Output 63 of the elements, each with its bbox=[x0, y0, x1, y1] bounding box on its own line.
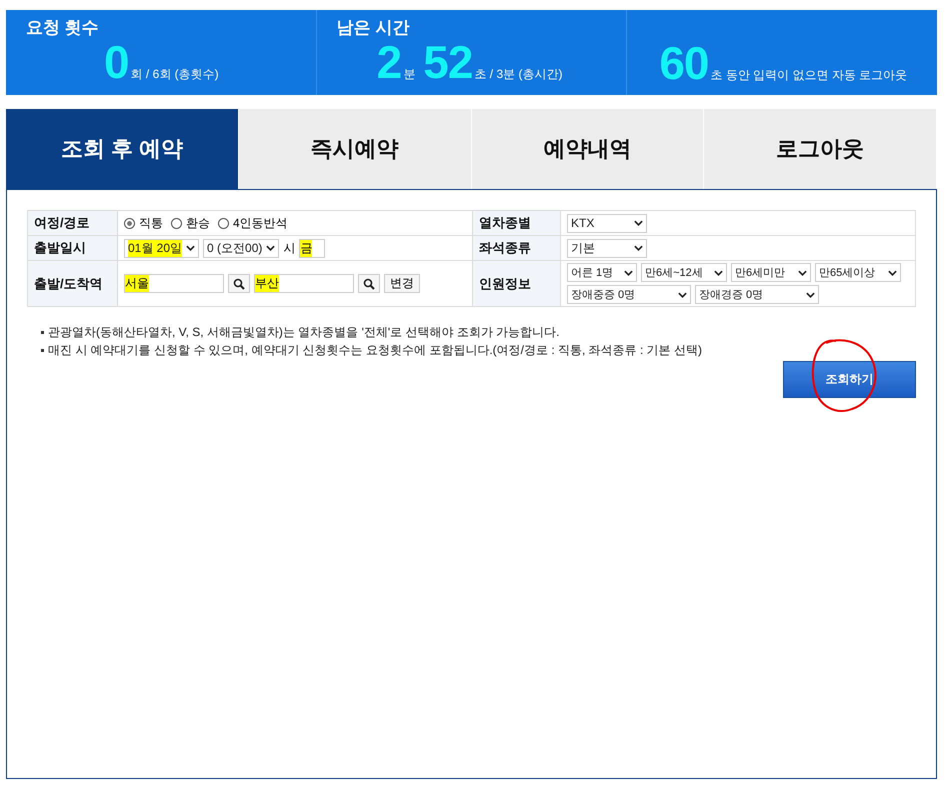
stat-number: 0 bbox=[104, 39, 129, 85]
select-dropdown[interactable]: 만6세미만 bbox=[731, 263, 811, 282]
form-label: 좌석종류 bbox=[472, 236, 560, 260]
tab[interactable]: 조회 후 예약 bbox=[6, 109, 239, 189]
radio-button[interactable] bbox=[171, 218, 182, 228]
stat-label: 요청 횟수 bbox=[26, 17, 99, 39]
search-icon bbox=[363, 278, 375, 290]
form-label: 여정/경로 bbox=[28, 210, 118, 236]
radio-button[interactable] bbox=[218, 218, 229, 228]
radio-label: 환승 bbox=[186, 214, 210, 232]
form-label: 인원정보 bbox=[472, 260, 560, 306]
radio-option[interactable]: 4인동반석 bbox=[218, 214, 288, 232]
chevron-down-icon bbox=[634, 220, 643, 226]
select-dropdown[interactable]: 장애중증 0명 bbox=[567, 285, 691, 304]
chevron-down-icon bbox=[186, 245, 196, 251]
chevron-down-icon bbox=[888, 270, 897, 276]
select-dropdown[interactable]: 기본 bbox=[567, 238, 647, 258]
radio-button[interactable] bbox=[124, 218, 135, 228]
notice-text: 매진 시 예약대기를 신청할 수 있으며, 예약대기 신청횟수는 요청횟수에 포함됩니다.(여정/경로 : 직통, 좌석종류 : 기본 선택) bbox=[48, 342, 702, 358]
chevron-down-icon bbox=[266, 245, 276, 251]
stat-unit: 초 동안 입력이 없으면 자동 로그아웃 bbox=[710, 67, 908, 84]
stat-number: 2 bbox=[376, 39, 402, 85]
chevron-down-icon bbox=[634, 245, 643, 251]
search-button[interactable] bbox=[358, 274, 380, 293]
input-field[interactable]: 금 bbox=[299, 238, 326, 258]
stat-label: 남은 시간 bbox=[336, 17, 410, 39]
notice-text: 관광열차(동해산타열차, V, S, 서해금빛열차)는 열차종별을 '전체'로 선택해야 조회가 가능합니다. bbox=[48, 324, 560, 340]
stat-unit: 분 bbox=[403, 66, 416, 83]
radio-label: 직통 bbox=[139, 214, 163, 232]
stat-number: 52 bbox=[423, 39, 472, 85]
chevron-down-icon bbox=[714, 270, 723, 276]
form-label: 출발일시 bbox=[28, 236, 118, 260]
chevron-down-icon bbox=[798, 270, 807, 276]
chevron-down-icon bbox=[678, 292, 687, 298]
radio-label: 4인동반석 bbox=[233, 214, 288, 232]
select-dropdown[interactable]: KTX bbox=[567, 214, 647, 232]
form-label: 출발/도착역 bbox=[28, 260, 118, 306]
radio-option[interactable]: 환승 bbox=[171, 214, 210, 232]
form-label: 열차종별 bbox=[472, 210, 560, 236]
chevron-down-icon bbox=[806, 292, 815, 298]
chevron-down-icon bbox=[624, 270, 633, 276]
radio-option[interactable]: 직통 bbox=[124, 214, 163, 232]
stat-number: 60 bbox=[659, 40, 709, 86]
search-button[interactable] bbox=[228, 274, 250, 293]
stat-unit: 초 / 3분 (총시간) bbox=[474, 66, 562, 83]
stat-unit: 회 / 6회 (총횟수) bbox=[130, 66, 219, 83]
tab[interactable]: 즉시예약 bbox=[238, 109, 472, 189]
bullet-icon bbox=[41, 330, 44, 334]
unit-text: 시 bbox=[283, 240, 296, 256]
search-icon bbox=[233, 278, 245, 290]
select-dropdown[interactable]: 만6세~12세 bbox=[641, 263, 727, 282]
search-submit-button[interactable]: 조회하기 bbox=[783, 361, 916, 398]
tab[interactable]: 예약내역 bbox=[472, 109, 704, 189]
select-dropdown[interactable]: 장애경증 0명 bbox=[695, 285, 819, 304]
input-field[interactable]: 부산 bbox=[254, 274, 354, 293]
select-dropdown[interactable]: 01월 20일 bbox=[124, 238, 200, 258]
select-dropdown[interactable]: 0 (오전00) bbox=[203, 238, 280, 258]
select-dropdown[interactable]: 만65세이상 bbox=[815, 263, 901, 282]
tab[interactable]: 로그아웃 bbox=[704, 109, 937, 189]
bullet-icon bbox=[41, 348, 44, 352]
change-button[interactable]: 변경 bbox=[384, 274, 420, 293]
input-field[interactable]: 서울 bbox=[124, 274, 224, 293]
select-dropdown[interactable]: 어른 1명 bbox=[567, 263, 637, 282]
